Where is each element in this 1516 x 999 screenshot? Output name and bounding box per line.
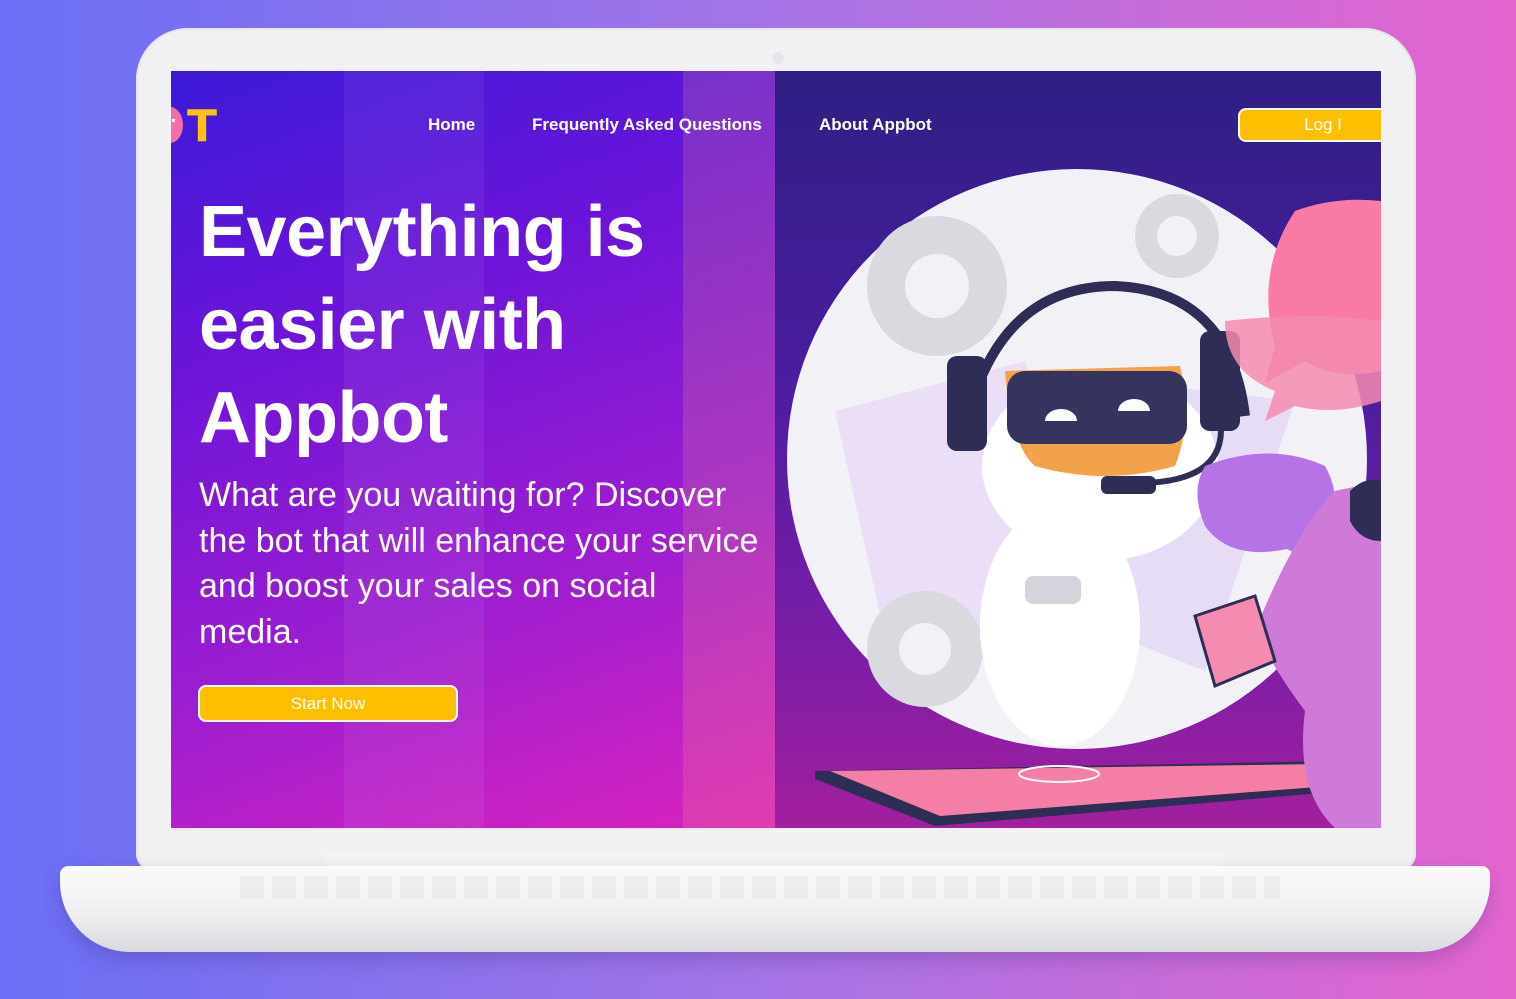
- start-now-button[interactable]: Start Now: [198, 685, 458, 722]
- bot-face-icon: [171, 107, 183, 143]
- gear-icon: [1135, 194, 1219, 278]
- webcam-icon: [772, 52, 784, 64]
- support-bot-illustration: [787, 169, 1381, 828]
- bot-chest-panel: [1025, 576, 1081, 604]
- nav-faq[interactable]: Frequently Asked Questions: [532, 115, 762, 135]
- bot-visor: [1007, 371, 1187, 444]
- website-screen: T Home Frequently Asked Questions About …: [171, 71, 1381, 828]
- gear-icon: [867, 591, 983, 707]
- hero-title: Everything is easier with Appbot: [199, 192, 645, 458]
- headset-mic-tip: [1101, 476, 1156, 494]
- laptop-keyboard: [240, 876, 1280, 898]
- hero-subtitle: What are you waiting for? Discover the b…: [199, 476, 759, 651]
- appbot-logo[interactable]: T: [171, 101, 225, 152]
- laptop-hinge: [325, 852, 1223, 866]
- nav-home[interactable]: Home: [428, 115, 475, 135]
- headset-ear-icon: [947, 356, 987, 451]
- logo-letter: T: [187, 101, 218, 152]
- gear-icon: [867, 216, 1007, 356]
